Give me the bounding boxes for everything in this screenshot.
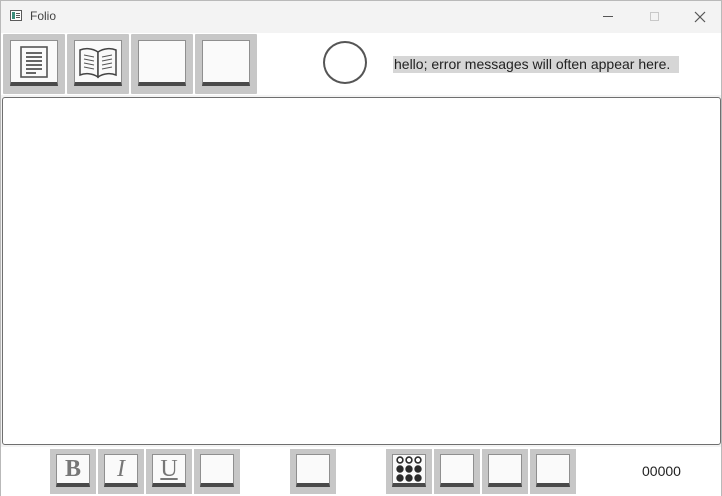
blank-bottom-button-1-face [296,454,330,487]
window-title: Folio [30,9,57,23]
open-book-icon [79,47,117,78]
maximize-icon [649,12,659,21]
close-button[interactable] [677,1,722,32]
italic-button-face: I [104,454,138,487]
blank-button-1-face [138,40,186,86]
document-button-face [10,40,58,86]
blank-button-2[interactable] [195,34,257,94]
document-icon [20,45,48,78]
bold-button[interactable]: B [50,449,96,494]
blank-format-button-face [200,454,234,487]
numbered-grid-button[interactable] [386,449,432,494]
title-bar[interactable]: Folio [1,1,721,32]
blank-bottom-button-4[interactable] [530,449,576,494]
text-editor[interactable] [2,97,721,445]
italic-button[interactable]: I [98,449,144,494]
underline-icon: U [160,456,178,482]
blank-bottom-button-2[interactable] [434,449,480,494]
italic-icon: I [117,456,125,482]
app-icon [10,10,22,21]
blank-bottom-button-1[interactable] [290,449,336,494]
document-button[interactable] [3,34,65,94]
blank-bottom-button-3[interactable] [482,449,528,494]
blank-bottom-button-2-face [440,454,474,487]
minimize-icon [603,16,613,17]
blank-bottom-button-4-face [536,454,570,487]
blank-bottom-button-3-face [488,454,522,487]
blank-format-button[interactable] [194,449,240,494]
bold-icon: B [64,456,81,482]
blank-button-1[interactable] [131,34,193,94]
numbered-grid-icon [396,456,422,482]
numbered-grid-button-face [392,454,426,487]
maximize-button[interactable] [631,1,677,32]
blank-button-2-face [202,40,250,86]
minimize-button[interactable] [585,1,631,32]
underline-button-face: U [152,454,186,487]
open-book-button[interactable] [67,34,129,94]
close-icon [694,11,706,22]
open-book-button-face [74,40,122,86]
counter-display: 00000 [642,463,681,479]
status-message: hello; error messages will often appear … [393,56,680,73]
status-circle-icon [323,41,367,84]
app-window: Folio hello; error messages will often a… [0,0,722,496]
bold-button-face: B [56,454,90,487]
underline-button[interactable]: U [146,449,192,494]
